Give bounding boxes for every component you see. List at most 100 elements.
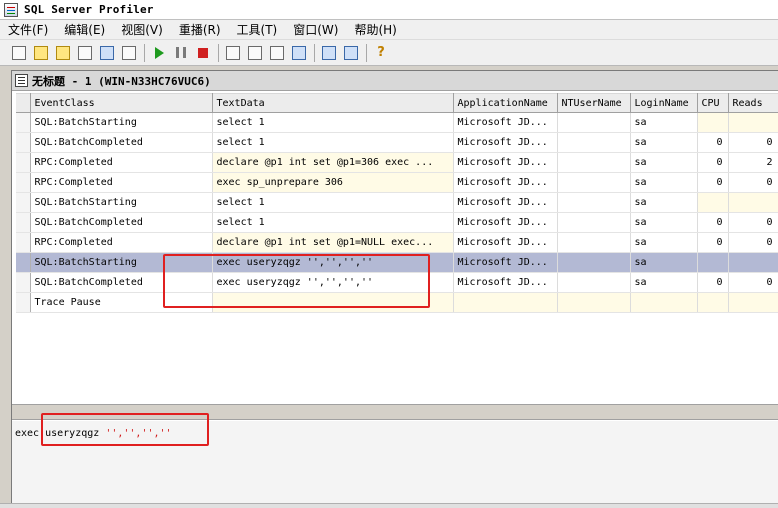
cell-cpu: 0	[697, 232, 729, 253]
column-header-textdata[interactable]: TextData	[212, 93, 454, 113]
open-icon[interactable]	[54, 44, 72, 62]
horizontal-scrollbar[interactable]	[0, 503, 778, 508]
cell-applicationname: Microsoft JD...	[453, 212, 558, 233]
cell-textdata: declare @p1 int set @p1=306 exec ...	[212, 152, 454, 173]
perfmon-icon[interactable]	[342, 44, 360, 62]
column-header-eventclass[interactable]: EventClass	[30, 93, 213, 113]
cell-cpu: 0	[697, 152, 729, 173]
cell-reads	[728, 112, 778, 133]
pause-icon[interactable]	[172, 44, 190, 62]
new-template-icon[interactable]	[32, 44, 50, 62]
cell-applicationname: Microsoft JD...	[453, 252, 558, 273]
row-selector[interactable]	[16, 252, 31, 273]
cell-applicationname: Microsoft JD...	[453, 232, 558, 253]
cell-reads	[728, 252, 778, 273]
help-icon[interactable]: ?	[372, 44, 390, 62]
toolbar-separator	[218, 43, 219, 62]
cell-eventclass: SQL:BatchCompleted	[30, 212, 213, 233]
scroll-icon[interactable]	[290, 44, 308, 62]
trace-titlebar[interactable]: 无标题 - 1 (WIN-N33HC76VUC6)	[12, 71, 778, 91]
cell-reads	[728, 192, 778, 213]
cell-textdata: select 1	[212, 192, 454, 213]
table-row[interactable]: RPC:Completed declare @p1 int set @p1=NU…	[16, 232, 778, 253]
menu-view[interactable]: 视图(V)	[121, 21, 163, 38]
row-selector[interactable]	[16, 212, 31, 233]
profiler-app-icon	[4, 2, 18, 17]
cell-cpu: 0	[697, 212, 729, 233]
cell-reads	[728, 292, 778, 313]
cell-applicationname: Microsoft JD...	[453, 272, 558, 293]
cell-ntusername	[557, 152, 631, 173]
table-row[interactable]: RPC:Completed declare @p1 int set @p1=30…	[16, 152, 778, 173]
clear-icon[interactable]	[120, 44, 138, 62]
cell-eventclass: RPC:Completed	[30, 172, 213, 193]
annotation-highlight-rows	[163, 254, 430, 308]
row-selector[interactable]	[16, 192, 31, 213]
align-icon[interactable]	[246, 44, 264, 62]
menu-window[interactable]: 窗口(W)	[293, 21, 338, 38]
properties-icon[interactable]	[76, 44, 94, 62]
cell-reads: 2	[728, 152, 778, 173]
column-header-ntusername[interactable]: NTUserName	[557, 93, 631, 113]
table-row[interactable]: SQL:BatchStarting select 1 Microsoft JD.…	[16, 112, 778, 133]
table-row[interactable]: RPC:Completed exec sp_unprepare 306 Micr…	[16, 172, 778, 193]
row-selector-header	[16, 93, 31, 113]
cell-applicationname: Microsoft JD...	[453, 172, 558, 193]
cell-eventclass: SQL:BatchStarting	[30, 112, 213, 133]
cell-reads: 0	[728, 132, 778, 153]
row-selector[interactable]	[16, 152, 31, 173]
cell-cpu	[697, 112, 729, 133]
cell-loginname: sa	[630, 212, 698, 233]
run-icon[interactable]	[150, 44, 168, 62]
menu-help[interactable]: 帮助(H)	[354, 21, 396, 38]
row-selector[interactable]	[16, 272, 31, 293]
stop-icon[interactable]	[194, 44, 212, 62]
table-row[interactable]: SQL:BatchCompleted select 1 Microsoft JD…	[16, 132, 778, 153]
cell-ntusername	[557, 252, 631, 273]
cell-eventclass: RPC:Completed	[30, 232, 213, 253]
menu-bar: 文件(F) 编辑(E) 视图(V) 重播(R) 工具(T) 窗口(W) 帮助(H…	[0, 20, 778, 40]
cell-loginname	[630, 292, 698, 313]
cell-applicationname: Microsoft JD...	[453, 192, 558, 213]
column-header-reads[interactable]: Reads	[728, 93, 778, 113]
cell-cpu: 0	[697, 172, 729, 193]
cell-loginname: sa	[630, 192, 698, 213]
row-selector[interactable]	[16, 172, 31, 193]
menu-replay[interactable]: 重播(R)	[179, 21, 221, 38]
column-header-applicationname[interactable]: ApplicationName	[453, 93, 558, 113]
cell-textdata: exec sp_unprepare 306	[212, 172, 454, 193]
cell-reads: 0	[728, 232, 778, 253]
row-selector[interactable]	[16, 112, 31, 133]
cell-applicationname	[453, 292, 558, 313]
cell-textdata: select 1	[212, 212, 454, 233]
menu-tools[interactable]: 工具(T)	[237, 21, 278, 38]
cell-ntusername	[557, 272, 631, 293]
row-selector[interactable]	[16, 132, 31, 153]
window-titlebar: SQL Server Profiler	[0, 0, 778, 20]
windows-icon[interactable]	[224, 44, 242, 62]
cell-ntusername	[557, 212, 631, 233]
cell-textdata: select 1	[212, 112, 454, 133]
column-header-cpu[interactable]: CPU	[697, 93, 729, 113]
tools-icon[interactable]	[320, 44, 338, 62]
cell-loginname: sa	[630, 132, 698, 153]
cell-textdata: declare @p1 int set @p1=NULL exec...	[212, 232, 454, 253]
cell-loginname: sa	[630, 172, 698, 193]
cell-cpu	[697, 252, 729, 273]
menu-edit[interactable]: 编辑(E)	[64, 21, 105, 38]
table-row[interactable]: SQL:BatchStarting select 1 Microsoft JD.…	[16, 192, 778, 213]
toolbar: ?	[0, 40, 778, 66]
find-icon[interactable]	[98, 44, 116, 62]
new-trace-icon[interactable]	[10, 44, 28, 62]
trace-icon	[15, 74, 28, 87]
row-selector[interactable]	[16, 292, 31, 313]
menu-file[interactable]: 文件(F)	[8, 21, 48, 38]
cell-loginname: sa	[630, 252, 698, 273]
annotation-highlight-detail	[41, 413, 209, 446]
template-icon[interactable]	[268, 44, 286, 62]
cell-ntusername	[557, 112, 631, 133]
column-header-loginname[interactable]: LoginName	[630, 93, 698, 113]
row-selector[interactable]	[16, 232, 31, 253]
table-row[interactable]: SQL:BatchCompleted select 1 Microsoft JD…	[16, 212, 778, 233]
trace-grid[interactable]: EventClass TextData ApplicationName NTUs…	[16, 93, 778, 402]
